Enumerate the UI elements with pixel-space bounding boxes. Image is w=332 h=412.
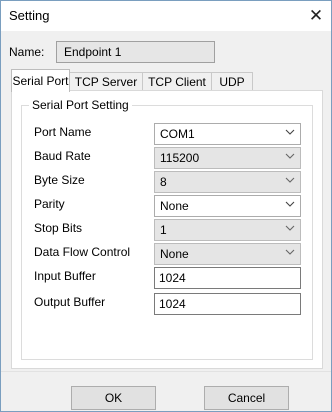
byte-size-value: 8 xyxy=(160,175,167,189)
chevron-down-icon xyxy=(285,225,295,231)
input-buffer-field[interactable]: 1024 xyxy=(154,267,301,289)
byte-size-label: Byte Size xyxy=(34,173,85,187)
output-buffer-label: Output Buffer xyxy=(34,295,106,309)
output-buffer-field[interactable]: 1024 xyxy=(154,293,301,315)
port-name-select[interactable]: COM1 xyxy=(154,123,301,145)
tab-serial-port[interactable]: Serial Port xyxy=(11,69,70,92)
baud-rate-value: 115200 xyxy=(160,151,200,165)
port-name-label: Port Name xyxy=(34,125,92,139)
parity-value: None xyxy=(160,199,189,213)
port-name-value: COM1 xyxy=(160,127,195,141)
stop-bits-label: Stop Bits xyxy=(34,221,83,235)
name-label: Name: xyxy=(9,45,45,59)
flow-control-select[interactable]: None xyxy=(154,243,301,265)
baud-rate-label: Baud Rate xyxy=(34,149,91,163)
input-buffer-value: 1024 xyxy=(159,271,186,285)
cancel-button-label: Cancel xyxy=(227,391,266,405)
ok-button-label: OK xyxy=(104,391,123,405)
parity-select[interactable]: None xyxy=(154,195,301,217)
name-field: Endpoint 1 xyxy=(56,41,215,63)
group-title: Serial Port Setting xyxy=(29,98,132,112)
stop-bits-select[interactable]: 1 xyxy=(154,219,301,241)
byte-size-select[interactable]: 8 xyxy=(154,171,301,193)
tab-tcp-server[interactable]: TCP Server xyxy=(69,72,143,91)
output-buffer-value: 1024 xyxy=(159,297,186,311)
close-icon[interactable]: ✕ xyxy=(301,1,331,31)
chevron-down-icon xyxy=(285,177,295,183)
serial-port-setting-group: Serial Port Setting Port Name COM1 Baud … xyxy=(21,98,313,360)
chevron-down-icon xyxy=(285,153,295,159)
tab-label: UDP xyxy=(219,75,245,89)
tab-tcp-client[interactable]: TCP Client xyxy=(142,72,212,91)
tab-udp[interactable]: UDP xyxy=(211,72,253,91)
input-buffer-label: Input Buffer xyxy=(34,269,96,283)
flow-control-value: None xyxy=(160,247,189,261)
chevron-down-icon xyxy=(285,129,295,135)
baud-rate-select[interactable]: 115200 xyxy=(154,147,301,169)
title-bar[interactable]: Setting ✕ xyxy=(1,1,331,31)
cancel-button[interactable]: Cancel xyxy=(204,386,289,410)
tab-label: TCP Client xyxy=(148,75,206,89)
divider xyxy=(1,371,331,372)
window-title: Setting xyxy=(9,8,50,23)
chevron-down-icon xyxy=(285,249,295,255)
flow-control-label: Data Flow Control xyxy=(34,245,131,259)
setting-dialog: Setting ✕ Name: Endpoint 1 Serial Port T… xyxy=(0,0,332,412)
chevron-down-icon xyxy=(285,201,295,207)
parity-label: Parity xyxy=(34,197,65,211)
ok-button[interactable]: OK xyxy=(71,386,156,410)
stop-bits-value: 1 xyxy=(160,223,167,237)
tab-label: TCP Server xyxy=(74,75,138,89)
tab-label: Serial Port xyxy=(12,74,69,88)
serial-port-panel: Serial Port Setting Port Name COM1 Baud … xyxy=(11,90,323,369)
